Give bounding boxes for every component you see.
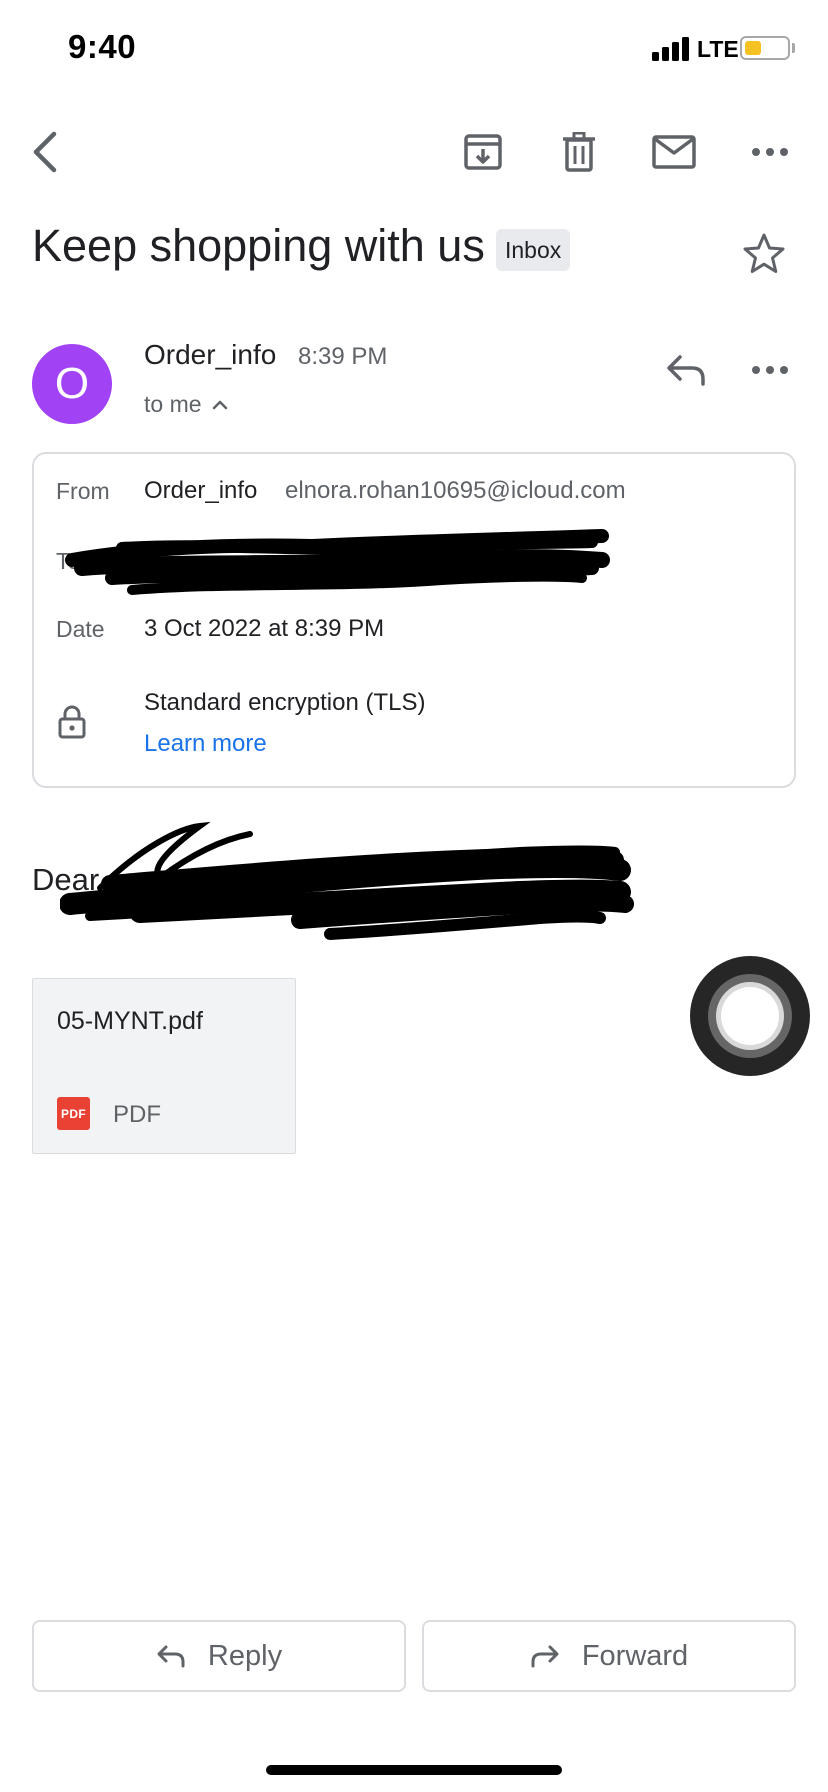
more-horizontal-icon — [752, 148, 788, 156]
reply-icon-button[interactable] — [658, 342, 714, 398]
forward-icon — [531, 1645, 559, 1668]
sender-name: Order_info — [144, 339, 277, 370]
learn-more-link[interactable]: Learn more — [144, 730, 267, 758]
more-horizontal-icon — [752, 366, 788, 374]
mail-icon — [652, 135, 696, 169]
email-subject: Keep shopping with us — [32, 220, 485, 271]
to-label: To — [56, 548, 81, 574]
chevron-left-icon — [33, 131, 57, 173]
forward-button[interactable]: Forward — [422, 1620, 796, 1692]
sent-time: 8:39 PM — [298, 343, 388, 370]
assistive-touch-button[interactable] — [690, 956, 810, 1076]
assistive-touch-ring-inner — [716, 982, 784, 1050]
more-options-button[interactable] — [742, 124, 798, 180]
assistive-touch-center — [721, 987, 779, 1045]
lock-icon — [58, 705, 86, 739]
battery-level — [745, 41, 761, 55]
body-greeting: Dear — [32, 862, 100, 897]
archive-icon — [464, 134, 502, 170]
star-outline-icon — [743, 233, 785, 273]
encryption-text: Standard encryption (TLS) — [144, 689, 426, 716]
reply-icon — [157, 1645, 185, 1668]
inbox-label-chip[interactable]: Inbox — [496, 229, 571, 271]
assistive-touch-ring-outer — [708, 974, 792, 1058]
attachment-type: PDF — [113, 1101, 161, 1128]
date-label: Date — [56, 616, 105, 642]
redaction-scribble-body — [60, 821, 634, 940]
from-label: From — [56, 478, 110, 504]
chevron-up-icon — [212, 400, 227, 409]
network-type: LTE — [697, 36, 739, 62]
star-button[interactable] — [742, 232, 786, 279]
cellular-signal-icon — [652, 37, 689, 61]
pdf-file-icon: PDF — [57, 1097, 90, 1130]
archive-button[interactable] — [455, 124, 511, 180]
recipients-toggle[interactable]: to me — [144, 391, 228, 418]
reply-icon — [667, 355, 705, 386]
from-address[interactable]: elnora.rohan10695@icloud.com — [285, 477, 626, 505]
message-more-button[interactable] — [742, 342, 798, 398]
reply-label: Reply — [207, 1639, 283, 1672]
status-time: 9:40 — [68, 28, 137, 65]
back-button[interactable] — [16, 124, 72, 180]
battery-tip — [792, 43, 795, 53]
mark-unread-button[interactable] — [646, 124, 702, 180]
delete-button[interactable] — [551, 124, 607, 180]
recipient-summary: to me — [144, 391, 202, 417]
attachment-card[interactable]: 05-MYNT.pdf PDF PDF — [32, 978, 296, 1154]
trash-icon — [563, 132, 595, 172]
forward-label: Forward — [581, 1639, 689, 1672]
home-indicator[interactable] — [266, 1765, 562, 1775]
battery-icon — [740, 36, 790, 60]
attachment-name: 05-MYNT.pdf — [57, 1007, 203, 1035]
from-name: Order_info — [144, 477, 258, 504]
sender-avatar: O — [32, 344, 112, 424]
date-value: 3 Oct 2022 at 8:39 PM — [144, 615, 385, 642]
reply-button[interactable]: Reply — [32, 1620, 406, 1692]
